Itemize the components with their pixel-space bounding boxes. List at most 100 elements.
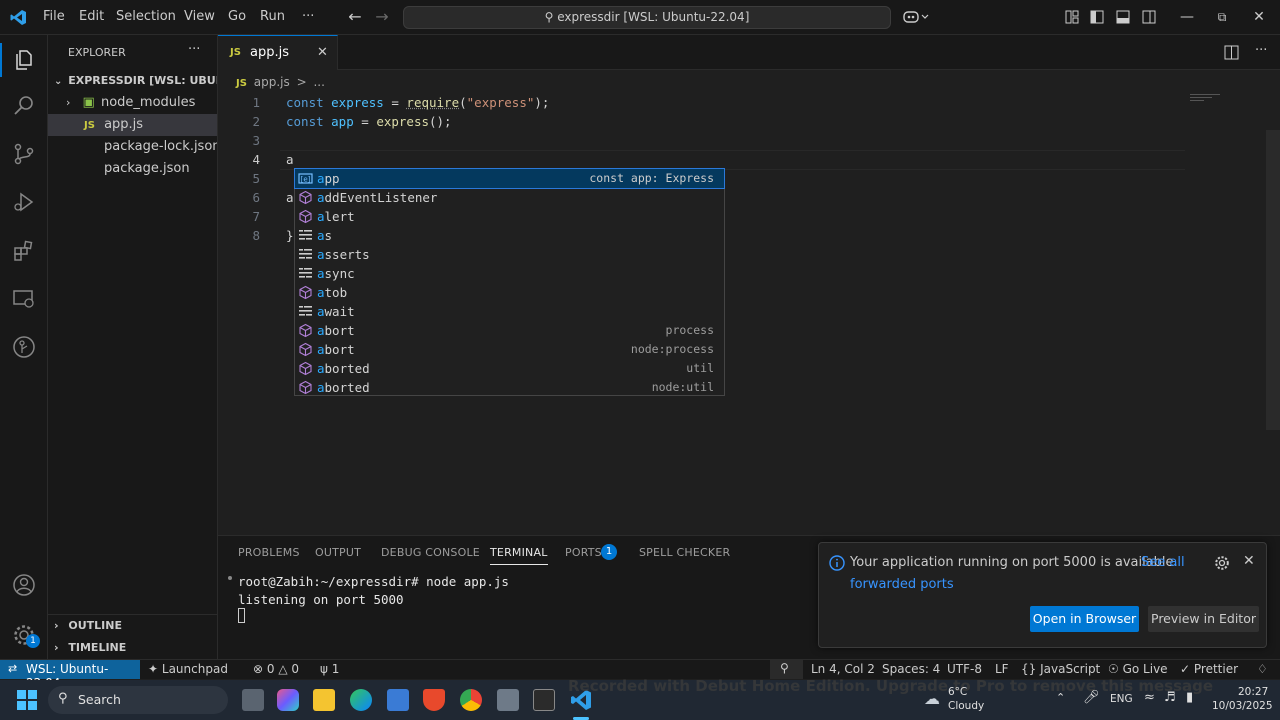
volume-icon[interactable]: ♬ (1164, 690, 1176, 705)
prettier-item[interactable]: ✓ Prettier (1180, 662, 1238, 676)
search-view-icon[interactable] (12, 94, 36, 118)
copilot-app-icon[interactable] (277, 689, 299, 711)
battery-icon[interactable]: ▮ (1186, 690, 1193, 705)
toggle-sidebar-icon[interactable] (1090, 10, 1104, 24)
microsoft-store-icon[interactable] (387, 689, 409, 711)
run-debug-icon[interactable] (12, 190, 36, 214)
gitlens-icon[interactable] (12, 335, 36, 359)
tree-item-package-lock[interactable]: package-lock.json (48, 136, 217, 158)
input-language[interactable]: ENG (1110, 693, 1133, 705)
workspace-folder-header[interactable]: ⌄ EXPRESSDIR [WSL: UBUNT... (48, 70, 217, 92)
language-mode[interactable]: {} JavaScript (1021, 662, 1100, 676)
tab-app-js[interactable]: JS app.js ✕ (218, 35, 338, 70)
edge-browser-icon[interactable] (350, 689, 372, 711)
task-view-icon[interactable] (242, 689, 264, 711)
end-of-line[interactable]: LF (995, 662, 1009, 676)
accounts-icon[interactable] (12, 573, 36, 597)
panel-tab-problems[interactable]: PROBLEMS (238, 546, 300, 559)
customize-layout-icon[interactable] (1065, 10, 1079, 24)
breadcrumb-symbols[interactable]: ... (313, 75, 324, 89)
suggestion-item[interactable]: aborted node:util (295, 378, 724, 397)
editor-more-button[interactable]: ··· (1255, 43, 1267, 58)
breadcrumb-file[interactable]: app.js (254, 75, 290, 89)
indentation[interactable]: Spaces: 4 (882, 662, 940, 676)
microphone-icon[interactable]: 🎤︎ (1083, 690, 1100, 705)
menu-view[interactable]: View (184, 9, 215, 24)
suggestion-item[interactable]: [e] app const app: Express (294, 168, 725, 189)
explorer-icon[interactable] (12, 48, 36, 72)
ports-status-item[interactable]: ψ 1 (320, 662, 339, 676)
editor-scrollbar[interactable] (1266, 130, 1280, 430)
windows-start-icon[interactable] (16, 689, 38, 711)
tree-item-package-json[interactable]: package.json (48, 158, 217, 180)
suggest-widget[interactable]: [e] app const app: Express addEventListener… (294, 168, 725, 396)
go-live-item[interactable]: ☉ Go Live (1108, 662, 1168, 676)
notification-settings-gear-icon[interactable] (1214, 555, 1230, 571)
suggestion-item[interactable]: async (295, 264, 724, 283)
calculator-icon[interactable] (497, 689, 519, 711)
forwarded-ports-link[interactable]: forwarded ports (850, 577, 954, 592)
tree-item-node-modules[interactable]: › ▣ node_modules (48, 92, 217, 114)
notifications-bell-icon[interactable]: ♢ (1257, 662, 1268, 676)
menu-go[interactable]: Go (228, 9, 246, 24)
encoding[interactable]: UTF-8 (947, 662, 982, 676)
vscode-logo-icon[interactable] (10, 9, 27, 26)
menu-more[interactable]: ··· (302, 9, 314, 24)
remote-indicator[interactable]: ⇄ WSL: Ubuntu-22.04 (0, 660, 140, 690)
taskbar-search-box[interactable]: ⚲ Search (48, 686, 228, 714)
minimize-icon[interactable]: — (1178, 8, 1196, 26)
source-control-icon[interactable] (12, 142, 36, 166)
extensions-icon[interactable] (12, 239, 36, 263)
panel-tab-debug-console[interactable]: DEBUG CONSOLE (381, 546, 480, 559)
suggestion-item[interactable]: atob (295, 283, 724, 302)
suggestion-item[interactable]: alert (295, 207, 724, 226)
suggestion-item[interactable]: as (295, 226, 724, 245)
wifi-icon[interactable]: ≈ (1144, 690, 1155, 705)
cursor-position[interactable]: Ln 4, Col 2 (811, 662, 875, 676)
copilot-icon[interactable] (903, 9, 929, 25)
brave-browser-icon[interactable] (423, 689, 445, 711)
notification-close-icon[interactable]: ✕ (1243, 553, 1255, 569)
preview-in-editor-button[interactable]: Preview in Editor (1148, 606, 1259, 632)
clock-time[interactable]: 20:27 (1238, 686, 1268, 698)
toggle-panel-icon[interactable] (1116, 10, 1130, 24)
toggle-secondary-sidebar-icon[interactable] (1142, 10, 1156, 24)
outline-section[interactable]: › OUTLINE (48, 615, 217, 637)
weather-description[interactable]: Cloudy (948, 700, 984, 712)
chrome-browser-icon[interactable] (460, 689, 482, 711)
forward-arrow-icon[interactable]: → (373, 8, 391, 26)
back-arrow-icon[interactable]: ← (346, 8, 364, 26)
close-window-icon[interactable]: ✕ (1250, 8, 1268, 26)
suggestion-item[interactable]: asserts (295, 245, 724, 264)
suggestion-item[interactable]: await (295, 302, 724, 321)
suggestion-item[interactable]: addEventListener (295, 188, 724, 207)
suggestion-item[interactable]: aborted util (295, 359, 724, 378)
launchpad-item[interactable]: ✦ Launchpad (148, 662, 228, 676)
panel-tab-spell-checker[interactable]: SPELL CHECKER (639, 546, 730, 559)
file-explorer-icon[interactable] (313, 689, 335, 711)
tree-item-app-js[interactable]: JS app.js (48, 114, 217, 136)
see-all-link[interactable]: See all (1141, 555, 1185, 570)
tab-close-icon[interactable]: ✕ (317, 45, 328, 60)
remote-explorer-icon[interactable] (12, 287, 36, 311)
panel-tab-ports[interactable]: PORTS (565, 546, 602, 559)
menu-run[interactable]: Run (260, 9, 285, 24)
weather-temperature[interactable]: 6°C (948, 686, 967, 698)
menu-file[interactable]: File (43, 9, 65, 24)
open-in-browser-button[interactable]: Open in Browser (1030, 606, 1139, 632)
clock-date[interactable]: 10/03/2025 (1212, 700, 1273, 712)
suggestion-item[interactable]: abort process (295, 321, 724, 340)
panel-tab-terminal[interactable]: TERMINAL (490, 546, 548, 565)
panel-tab-output[interactable]: OUTPUT (315, 546, 361, 559)
show-hidden-icons-chevron-icon[interactable]: ⌃ (1056, 691, 1065, 704)
suggestion-item[interactable]: abort node:process (295, 340, 724, 359)
menu-selection[interactable]: Selection (116, 9, 176, 24)
command-center-search[interactable]: ⚲ expressdir [WSL: Ubuntu-22.04] (403, 6, 891, 29)
minimap[interactable] (1190, 92, 1230, 104)
problems-item[interactable]: ⊗ 0 △ 0 (253, 662, 299, 676)
explorer-more-button[interactable]: ··· (188, 42, 200, 57)
restore-icon[interactable]: ⧉ (1213, 8, 1231, 26)
terminal-app-icon[interactable] (533, 689, 555, 711)
timeline-section[interactable]: › TIMELINE (48, 637, 217, 659)
menu-edit[interactable]: Edit (79, 9, 104, 24)
